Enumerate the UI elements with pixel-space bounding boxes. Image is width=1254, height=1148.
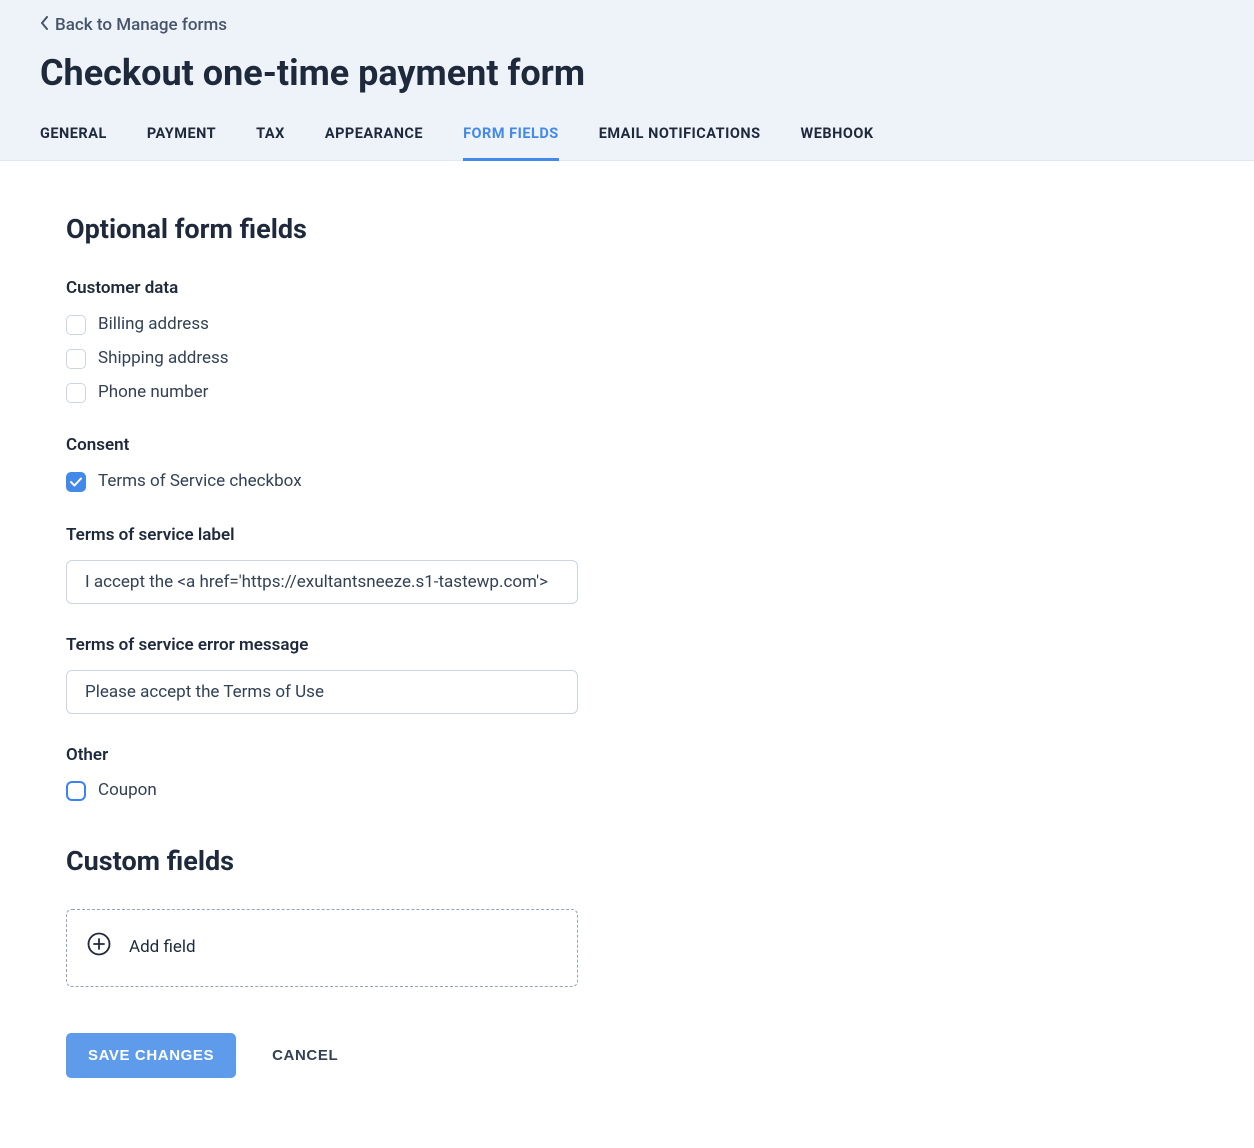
page-title: Checkout one-time payment form bbox=[40, 48, 1214, 98]
tab-email-notifications[interactable]: EMAIL NOTIFICATIONS bbox=[599, 124, 761, 161]
add-field-box[interactable]: Add field bbox=[66, 909, 578, 987]
custom-fields-heading: Custom fields bbox=[66, 843, 660, 881]
tab-tax[interactable]: TAX bbox=[256, 124, 285, 161]
tos-checkbox[interactable] bbox=[66, 472, 86, 492]
plus-circle-icon bbox=[87, 932, 111, 964]
shipping-address-checkbox[interactable] bbox=[66, 349, 86, 369]
tos-error-input[interactable] bbox=[66, 670, 578, 714]
action-buttons: SAVE CHANGES CANCEL bbox=[66, 1033, 660, 1078]
content: Optional form fields Customer data Billi… bbox=[0, 161, 700, 1147]
consent-heading: Consent bbox=[66, 434, 660, 458]
tos-error-heading: Terms of service error message bbox=[66, 634, 660, 658]
coupon-label: Coupon bbox=[98, 779, 157, 803]
tos-label-heading: Terms of service label bbox=[66, 524, 660, 548]
phone-number-checkbox[interactable] bbox=[66, 383, 86, 403]
coupon-checkbox-row[interactable]: Coupon bbox=[66, 779, 660, 803]
tab-general[interactable]: GENERAL bbox=[40, 124, 107, 161]
phone-number-label: Phone number bbox=[98, 381, 208, 405]
cancel-button[interactable]: CANCEL bbox=[272, 1047, 338, 1064]
billing-address-label: Billing address bbox=[98, 313, 209, 337]
phone-number-checkbox-row[interactable]: Phone number bbox=[66, 381, 660, 405]
tab-payment[interactable]: PAYMENT bbox=[147, 124, 216, 161]
billing-address-checkbox[interactable] bbox=[66, 315, 86, 335]
tos-label-input[interactable] bbox=[66, 560, 578, 604]
optional-fields-heading: Optional form fields bbox=[66, 211, 660, 249]
tab-appearance[interactable]: APPEARANCE bbox=[325, 124, 423, 161]
tab-webhook[interactable]: WEBHOOK bbox=[801, 124, 874, 161]
save-button[interactable]: SAVE CHANGES bbox=[66, 1033, 236, 1078]
tab-bar: GENERAL PAYMENT TAX APPEARANCE FORM FIEL… bbox=[40, 124, 1214, 160]
tos-checkbox-row[interactable]: Terms of Service checkbox bbox=[66, 470, 660, 494]
back-link[interactable]: Back to Manage forms bbox=[40, 14, 227, 38]
other-heading: Other bbox=[66, 744, 660, 768]
billing-address-checkbox-row[interactable]: Billing address bbox=[66, 313, 660, 337]
shipping-address-label: Shipping address bbox=[98, 347, 229, 371]
chevron-left-icon bbox=[40, 14, 49, 38]
add-field-label: Add field bbox=[129, 936, 196, 960]
header: Back to Manage forms Checkout one-time p… bbox=[0, 0, 1254, 161]
tos-checkbox-label: Terms of Service checkbox bbox=[98, 470, 302, 494]
shipping-address-checkbox-row[interactable]: Shipping address bbox=[66, 347, 660, 371]
coupon-checkbox[interactable] bbox=[66, 781, 86, 801]
back-label: Back to Manage forms bbox=[55, 14, 227, 38]
customer-data-heading: Customer data bbox=[66, 277, 660, 301]
tab-form-fields[interactable]: FORM FIELDS bbox=[463, 124, 559, 161]
